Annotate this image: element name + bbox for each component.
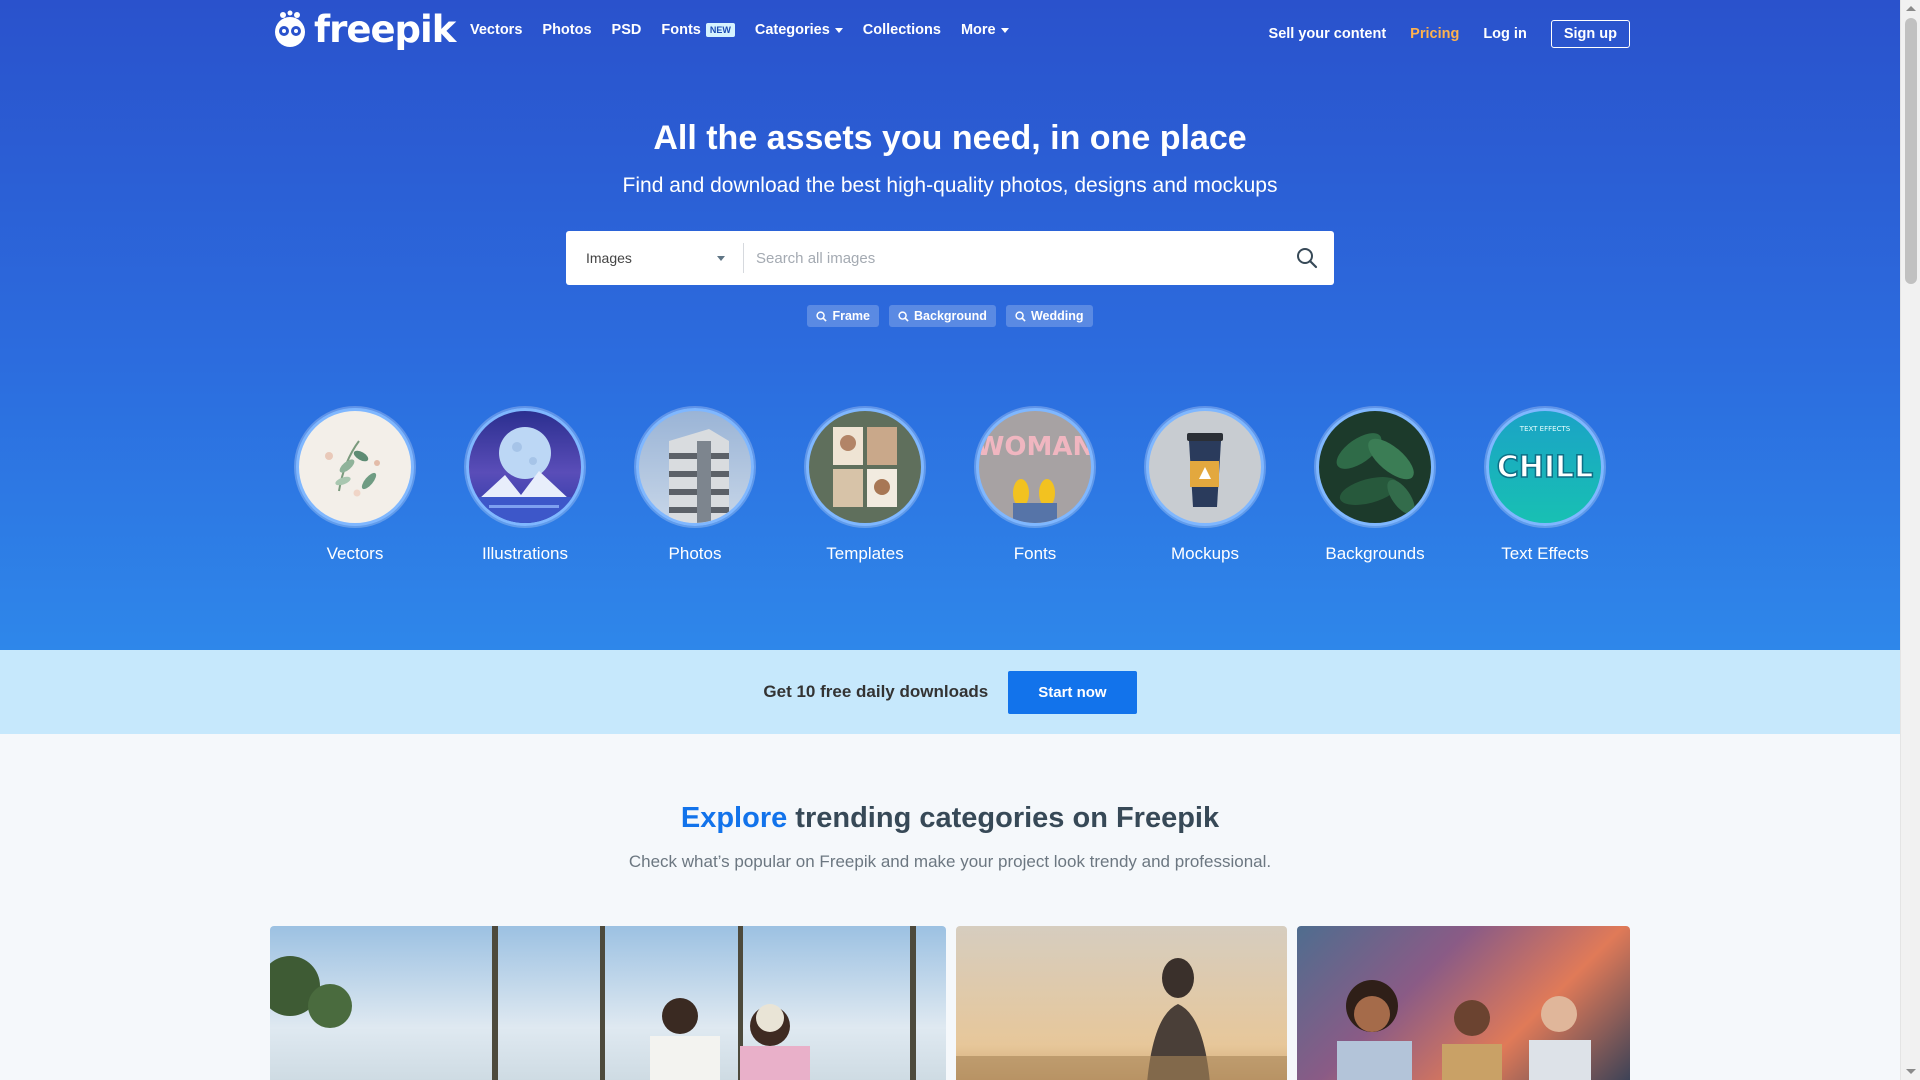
svg-text:WOMAN: WOMAN: [979, 432, 1091, 462]
tag-label: Background: [914, 309, 987, 323]
hero-subtitle: Find and download the best high-quality …: [622, 174, 1278, 197]
signup-button[interactable]: Sign up: [1550, 20, 1630, 48]
category-label: Fonts: [1013, 544, 1057, 563]
search-icon: [898, 310, 909, 322]
category-fonts[interactable]: WOMAN Fonts: [976, 408, 1094, 564]
nav-link-fonts[interactable]: Fonts NEW: [661, 22, 735, 38]
logo-wordmark: freepik: [314, 8, 456, 51]
hero-section: freepik Vectors Photos PSD Fonts NEW Cat…: [0, 0, 1900, 650]
main-menu: Vectors Photos PSD Fonts NEW Categories …: [470, 22, 1009, 38]
category-list: Vectors Illustrations Photos Templates W…: [0, 408, 1900, 564]
nav-link-vectors[interactable]: Vectors: [470, 22, 522, 38]
thumb-main-text: CHILL: [1497, 450, 1594, 485]
coffee-cup-mockup-icon: [1146, 408, 1264, 526]
search-type-value: Images: [586, 250, 632, 266]
leaves-illustration-icon: [296, 408, 414, 526]
search-button[interactable]: [1280, 231, 1334, 285]
pricing-link[interactable]: Pricing: [1410, 26, 1459, 42]
search-icon: [816, 310, 828, 322]
popular-searches: Frame Background Wedding: [0, 305, 1900, 327]
category-templates[interactable]: Templates: [806, 408, 924, 564]
banner-text: Get 10 free daily downloads: [763, 682, 989, 701]
explore-subtitle: Check what’s popular on Freepik and make…: [628, 852, 1272, 871]
nav-link-more-label: More: [960, 22, 996, 38]
category-backgrounds[interactable]: Backgrounds: [1316, 408, 1434, 564]
category-label: Vectors: [326, 544, 384, 563]
tag-label: Frame: [832, 309, 871, 323]
explore-title: Explore trending categories on Freepik: [0, 802, 1900, 835]
nav-link-categories[interactable]: Categories: [755, 22, 843, 38]
category-label: Illustrations: [482, 544, 568, 563]
thumb-top-text: TEXT EFFECTS: [1519, 425, 1571, 433]
category-vectors[interactable]: Vectors: [296, 408, 414, 564]
nav-link-photos[interactable]: Photos: [542, 22, 591, 38]
nav-link-psd[interactable]: PSD: [612, 22, 642, 38]
scrollbar-thumb[interactable]: [1905, 18, 1917, 284]
search-bar: Images: [566, 231, 1334, 285]
moodboard-template-icon: [806, 408, 924, 526]
tag-wedding[interactable]: Wedding: [1005, 305, 1093, 327]
sell-content-link[interactable]: Sell your content: [1269, 26, 1387, 42]
start-now-button[interactable]: Start now: [1008, 670, 1137, 714]
leaf-background-icon: [1316, 408, 1434, 526]
login-link[interactable]: Log in: [1483, 26, 1527, 42]
trending-photo-grid: [270, 926, 1630, 1080]
office-team-laughing-photo[interactable]: [1297, 926, 1630, 1080]
hero-title: All the assets you need, in one place: [653, 119, 1247, 157]
woman-lettering-font-icon: WOMAN: [976, 408, 1094, 526]
category-mockups[interactable]: Mockups: [1146, 408, 1264, 564]
search-icon: [1015, 310, 1026, 322]
nav-link-collections[interactable]: Collections: [863, 22, 941, 38]
account-menu: Sell your content Pricing Log in Sign up: [1269, 20, 1630, 48]
category-label: Photos: [668, 544, 722, 563]
scroll-down-arrow-icon[interactable]: [1906, 1069, 1916, 1074]
new-badge: NEW: [705, 23, 735, 37]
scroll-up-arrow-icon[interactable]: [1906, 6, 1916, 11]
chevron-down-icon: [717, 255, 725, 261]
explore-title-highlight: Explore: [680, 802, 788, 834]
category-photos[interactable]: Photos: [636, 408, 754, 564]
search-input[interactable]: [744, 231, 1280, 285]
building-photo-icon: [636, 408, 754, 526]
category-text-effects[interactable]: TEXT EFFECTS CHILL Text Effects: [1486, 408, 1604, 564]
category-illustrations[interactable]: Illustrations: [466, 408, 584, 564]
chevron-down-icon: [834, 27, 843, 33]
free-downloads-banner: Get 10 free daily downloads Start now: [0, 650, 1900, 734]
tag-frame[interactable]: Frame: [807, 305, 880, 327]
nav-link-fonts-label: Fonts: [661, 22, 701, 38]
woman-sunset-photo[interactable]: [956, 926, 1287, 1080]
chevron-down-icon: [1000, 27, 1009, 33]
category-label: Mockups: [1170, 544, 1240, 563]
nav-link-categories-label: Categories: [754, 22, 830, 38]
freepik-logo[interactable]: freepik: [270, 8, 456, 51]
page-scrollbar[interactable]: [1900, 0, 1920, 1080]
tag-label: Wedding: [1030, 309, 1084, 323]
search-icon: [1297, 248, 1318, 269]
category-label: Text Effects: [1501, 544, 1589, 563]
explore-title-rest: trending categories on Freepik: [787, 802, 1220, 834]
search-type-dropdown[interactable]: Images: [566, 243, 744, 273]
category-label: Templates: [826, 544, 904, 563]
top-navigation: freepik Vectors Photos PSD Fonts NEW Cat…: [0, 0, 1900, 64]
category-label: Backgrounds: [1325, 544, 1425, 563]
nav-link-more[interactable]: More: [961, 22, 1009, 38]
freepik-logo-icon: [275, 10, 305, 47]
chill-text-effect-icon: TEXT EFFECTS CHILL: [1486, 408, 1604, 526]
tag-background[interactable]: Background: [889, 305, 996, 327]
moon-mountains-illustration-icon: [466, 408, 584, 526]
friends-at-beach-photo[interactable]: [270, 926, 946, 1080]
